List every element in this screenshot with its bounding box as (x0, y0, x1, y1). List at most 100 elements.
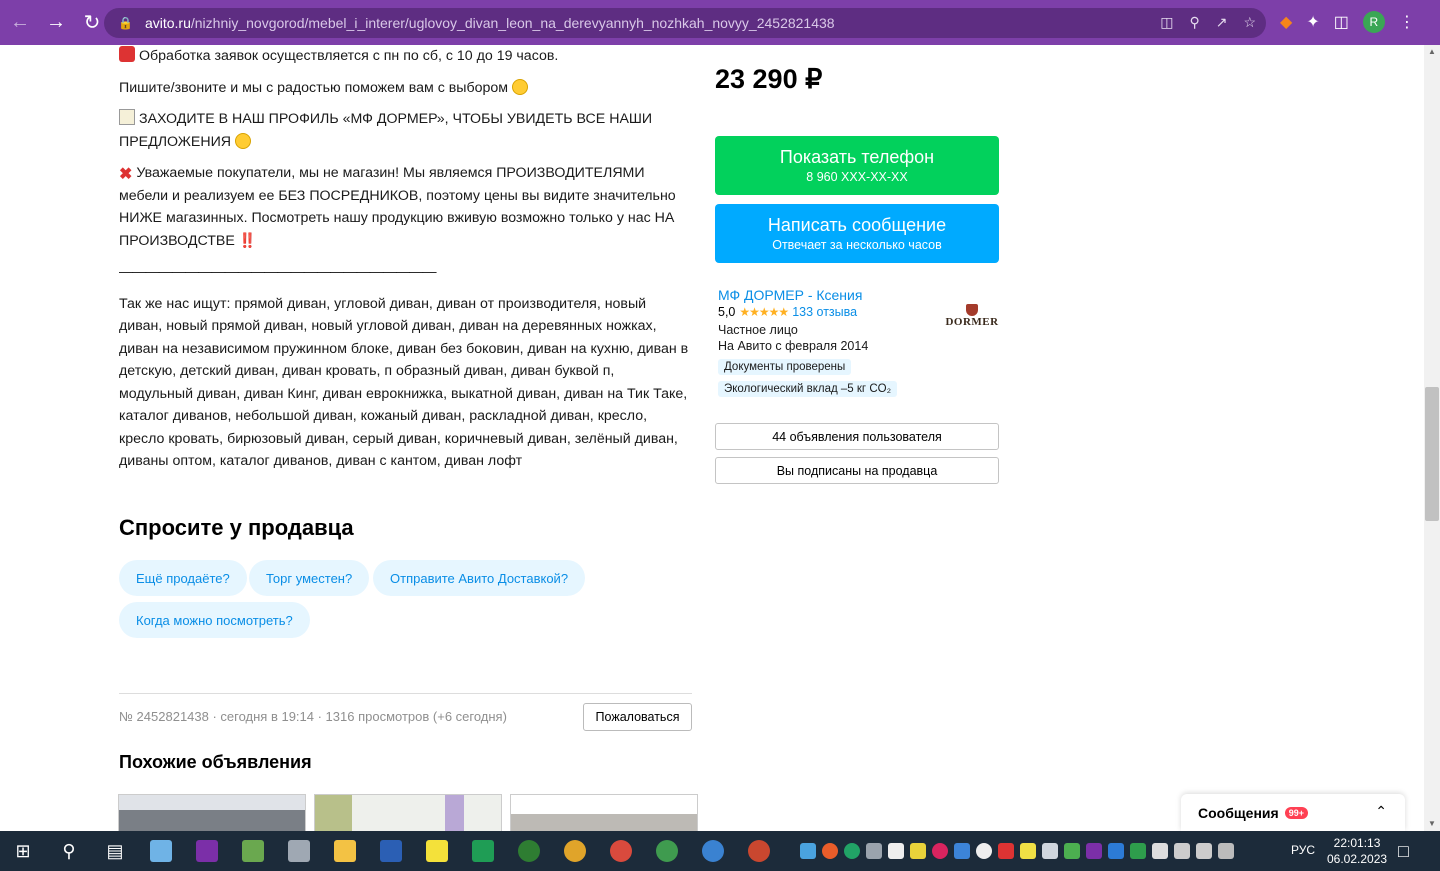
zoom-icon[interactable]: ⚲ (1189, 14, 1199, 31)
url-host: avito.ru (144, 15, 191, 31)
windows-start-icon[interactable]: ⊞ (0, 831, 46, 871)
address-bar[interactable]: 🔒 avito.ru/nizhniy_novgorod/mebel_i_inte… (104, 8, 1266, 38)
back-icon[interactable]: ← (4, 7, 36, 39)
url-path: /nizhniy_novgorod/mebel_i_interer/uglovo… (190, 15, 835, 31)
tray-app-icon[interactable] (844, 843, 860, 859)
rating-stars-icon: ★★★★★ (739, 305, 789, 319)
chrome-icon[interactable] (644, 831, 690, 871)
search-icon[interactable]: ⚲ (46, 831, 92, 871)
file-app-icon[interactable] (138, 831, 184, 871)
bookmark-star-icon[interactable]: ☆ (1243, 14, 1256, 31)
desc-profile-line: ЗАХОДИТЕ В НАШ ПРОФИЛЬ «МФ ДОРМЕР», ЧТОБ… (119, 108, 689, 153)
file-explorer-icon[interactable] (322, 831, 368, 871)
show-phone-button[interactable]: Показать телефон 8 960 XXX-XX-XX (715, 136, 999, 195)
tray-app-icon[interactable] (866, 843, 882, 859)
chrome-icon[interactable] (690, 831, 736, 871)
tray-app-icon[interactable] (1064, 843, 1080, 859)
onenote-tray-icon[interactable] (1086, 843, 1102, 859)
seller-listings-button[interactable]: 44 объявления пользователя (715, 423, 999, 450)
chrome-icon[interactable] (552, 831, 598, 871)
messages-count-badge: 99+ (1284, 806, 1308, 819)
battery-icon[interactable] (1152, 843, 1168, 859)
chrome-icon[interactable] (736, 831, 782, 871)
phone-number: 8 960 XXX-XX-XX (806, 170, 908, 184)
scroll-up-icon[interactable]: ▲ (1428, 47, 1436, 56)
similar-listing-thumbnail[interactable] (510, 794, 698, 831)
lock-icon[interactable]: 🔒 (118, 16, 133, 30)
messages-label: Сообщения (1198, 804, 1279, 821)
notifications-icon[interactable]: □ (1398, 841, 1409, 862)
keyboard-icon[interactable] (1218, 843, 1234, 859)
subscribed-button[interactable]: Вы подписаны на продавца (715, 457, 999, 484)
similar-listings-title: Похожие объявления (119, 752, 312, 772)
tray-app-icon[interactable] (822, 843, 838, 859)
clock[interactable]: 22:01:13 06.02.2023 (1327, 835, 1387, 867)
desc-divider: ———————————————————————— (119, 264, 437, 280)
tray-app-icon[interactable] (1042, 843, 1058, 859)
show-phone-label: Показать телефон (779, 147, 935, 167)
similar-listing-thumbnail[interactable] (118, 794, 306, 831)
network-icon[interactable] (1174, 843, 1190, 859)
tray-app-icon[interactable] (1108, 843, 1124, 859)
complain-button[interactable]: Пожаловаться (583, 703, 692, 731)
listing-page: Обработка заявок осуществляется с пн по … (0, 45, 1424, 831)
seller-since: На Авито с февраля 2014 (718, 339, 869, 353)
telegram-icon[interactable] (800, 843, 816, 859)
write-message-button[interactable]: Написать сообщение Отвечает за несколько… (715, 204, 999, 263)
crest-icon (966, 304, 978, 316)
listing-description: Обработка заявок осуществляется с пн по … (119, 45, 689, 482)
profile-avatar[interactable]: R (1362, 11, 1385, 33)
share-icon[interactable]: ↗ (1216, 14, 1228, 31)
windows-taskbar: ⊞ ⚲ ▤ РУС 22:01:13 06.02.2023 □ (0, 831, 1440, 871)
metamask-fox-icon[interactable]: ◆ (1280, 12, 1292, 32)
chevron-up-icon[interactable]: ⌃ (1375, 803, 1387, 820)
tray-app-icon[interactable] (888, 843, 904, 859)
translate-icon[interactable]: ◫ (1160, 14, 1173, 31)
extensions-puzzle-icon[interactable]: ✦ (1306, 12, 1319, 32)
task-view-icon[interactable]: ▤ (92, 831, 138, 871)
scrollbar-thumb[interactable] (1425, 387, 1439, 521)
sticky-notes-icon[interactable] (414, 831, 460, 871)
chrome-icon[interactable] (598, 831, 644, 871)
ask-chip-delivery[interactable]: Отправите Авито Доставкой? (373, 560, 586, 596)
similar-listing-thumbnail[interactable] (314, 794, 502, 831)
cross-mark-icon: ✖ (119, 166, 133, 183)
scroll-down-icon[interactable]: ▼ (1428, 819, 1436, 828)
eco-contribution-badge[interactable]: Экологический вклад –5 кг CO₂ (718, 381, 898, 397)
tray-app-icon[interactable] (910, 843, 926, 859)
desc-call-text: Пишите/звоните и мы с радостью поможем в… (119, 79, 509, 96)
price: 23 290 ₽ (715, 64, 823, 94)
url-text[interactable]: avito.ru/nizhniy_novgorod/mebel_i_intere… (145, 15, 835, 31)
reviews-link[interactable]: 133 отзыва (792, 305, 857, 319)
tray-app-icon[interactable] (1130, 843, 1146, 859)
listing-meta: № 2452821438 · сегодня в 19:14 · 1316 пр… (119, 709, 507, 724)
tray-app-icon[interactable] (976, 843, 992, 859)
browser-toolbar: ← → ↻ 🔒 avito.ru/nizhniy_novgorod/mebel_… (0, 0, 1440, 45)
tray-app-icon[interactable] (1020, 843, 1036, 859)
forward-icon[interactable]: → (40, 7, 72, 39)
spreadsheet-icon[interactable] (460, 831, 506, 871)
tray-app-icon[interactable] (932, 843, 948, 859)
volume-icon[interactable] (1196, 843, 1212, 859)
input-language[interactable]: РУС (1291, 843, 1315, 857)
messages-panel[interactable]: Сообщения 99+ ⌃ (1181, 794, 1405, 831)
side-panel-icon[interactable]: ◫ (1334, 12, 1349, 32)
response-time: Отвечает за несколько часов (772, 238, 942, 252)
desc-hours-line: Обработка заявок осуществляется с пн по … (119, 45, 689, 68)
browser-menu-icon[interactable]: ⋮ (1399, 12, 1415, 32)
rating-value: 5,0 (718, 305, 736, 319)
docs-verified-badge: Документы проверены (718, 359, 852, 375)
word-icon[interactable] (368, 831, 414, 871)
ask-chip-bargain[interactable]: Торг уместен? (249, 560, 370, 596)
desc-notice-line: ✖ Уважаемые покупатели, мы не магазин! Мы… (119, 162, 689, 252)
tray-app-icon[interactable] (998, 843, 1014, 859)
clock-time: 22:01:13 (1333, 836, 1381, 850)
ask-chip-viewing[interactable]: Когда можно посмотреть? (119, 602, 310, 638)
tray-app-icon[interactable] (954, 843, 970, 859)
ask-chip-still-selling[interactable]: Ещё продаёте? (119, 560, 247, 596)
notepad-icon[interactable] (230, 831, 276, 871)
app-icon[interactable] (506, 831, 552, 871)
seller-logo[interactable]: DORMER (944, 293, 1000, 339)
app-icon[interactable] (276, 831, 322, 871)
onenote-icon[interactable] (184, 831, 230, 871)
